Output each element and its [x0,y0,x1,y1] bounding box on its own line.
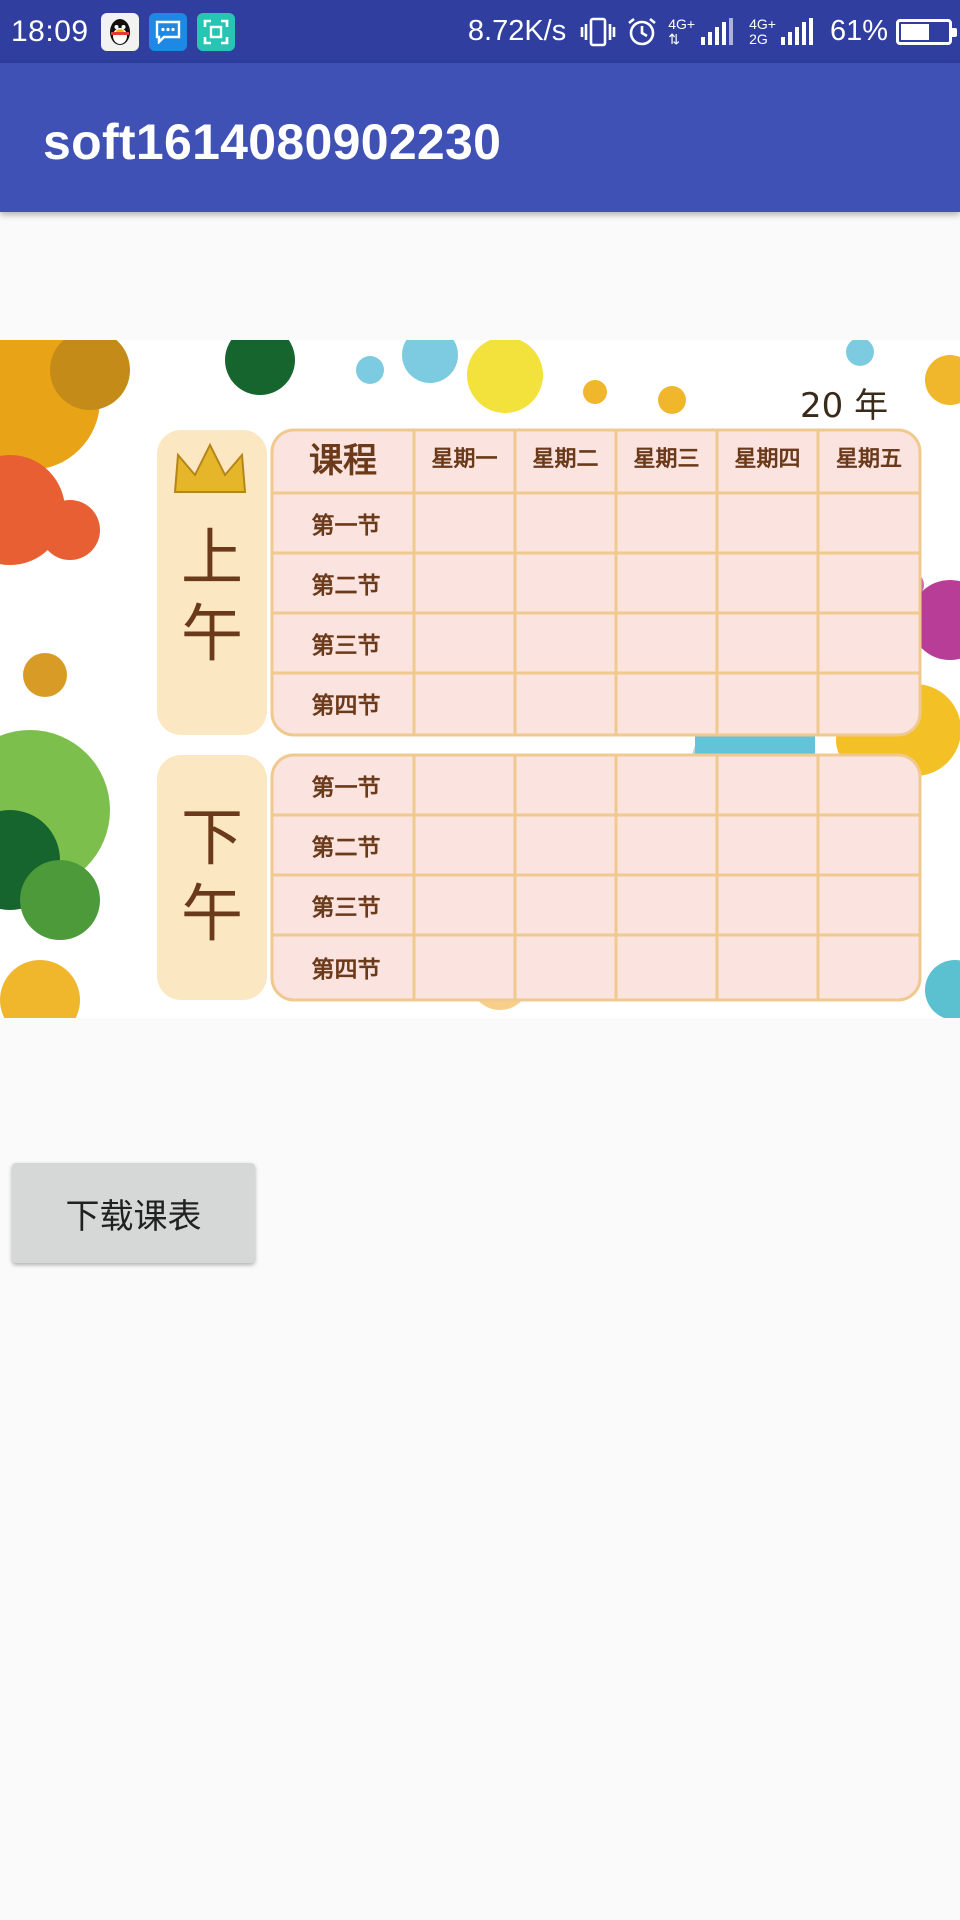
morning-label-char-1: 上 [180,521,243,594]
afternoon-period-3: 第三节 [311,895,381,921]
afternoon-label-char-2: 午 [180,877,243,950]
vibrate-icon [580,16,616,48]
net-speed: 8.72K/s [467,15,567,47]
alarm-icon [626,16,658,48]
afternoon-label: 下 午 [162,800,262,952]
morning-period-2: 第二节 [311,573,381,599]
net-label-bottom: 2G [749,30,768,47]
morning-period-1: 第一节 [311,513,381,539]
app-title: soft1614080902230 [43,114,502,170]
battery-fill [901,23,929,40]
timetable-image: 20 年 课程 星期一 星期二 星期三 星期四 星期五 上 午 下 午 第一节 … [0,340,960,1018]
status-right: 8.72K/s 4G+ ⇅ 4G+ 2G 61% [467,0,957,63]
timetable-day-wed: 星期三 [633,447,700,472]
net-label-top: 4G+ [668,15,696,32]
status-bar: 18:09 8.72K/s 4G+ ⇅ 4G+ 2G 61% [0,0,960,63]
status-time: 18:09 [11,14,89,48]
timetable-day-thu: 星期四 [734,447,801,472]
signal-icon-2 [780,17,816,47]
net-type-label-2: 4G+ 2G [749,15,776,47]
message-icon [148,12,187,51]
timetable-corner-label: 课程 [309,440,377,481]
battery-icon [896,18,957,45]
afternoon-period-1: 第一节 [311,775,381,801]
morning-label-char-2: 午 [180,597,243,670]
timetable-day-tue: 星期二 [532,447,599,472]
net-label-top-2: 4G+ [749,15,776,32]
morning-label: 上 午 [162,520,262,672]
afternoon-period-4: 第四节 [311,957,381,983]
signal-icon [699,17,739,47]
download-timetable-button[interactable]: 下载课表 [12,1163,255,1263]
net-type-label: 4G+ ⇅ [668,15,696,47]
afternoon-label-char-1: 下 [180,801,243,874]
scan-icon [196,12,235,51]
timetable-day-mon: 星期一 [431,447,498,472]
timetable-year: 20 年 [800,386,889,426]
morning-period-4: 第四节 [311,693,381,719]
battery-percent: 61% [829,15,888,47]
app-bar: soft1614080902230 [0,63,960,212]
timetable-day-fri: 星期五 [835,447,902,472]
qq-icon [100,12,139,51]
data-arrows-icon: ⇅ [668,30,680,47]
afternoon-period-2: 第二节 [311,835,381,861]
morning-period-3: 第三节 [311,633,381,659]
